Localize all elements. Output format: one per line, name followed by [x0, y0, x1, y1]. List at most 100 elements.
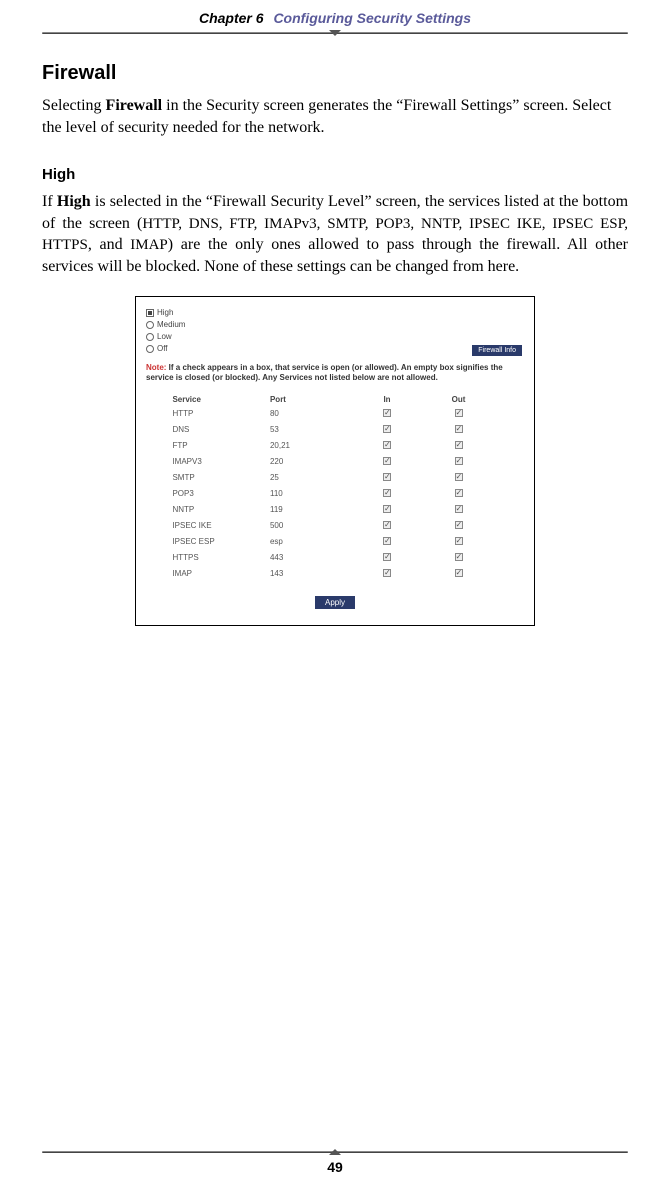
checkbox-icon	[383, 425, 391, 433]
firewall-screenshot: High Medium Low Off Firewall Info Note: …	[135, 296, 535, 626]
checkbox-icon	[383, 473, 391, 481]
cell-port: 20,21	[270, 441, 351, 451]
cell-port: 220	[270, 457, 351, 467]
checkbox-icon	[383, 505, 391, 513]
firewall-info-button[interactable]: Firewall Info	[472, 345, 522, 356]
table-row: IPSEC IKE500	[172, 518, 497, 534]
radio-high[interactable]: High	[146, 307, 524, 319]
cell-out	[423, 569, 495, 579]
section-heading-firewall: Firewall	[42, 62, 628, 85]
footer-rule	[42, 1151, 628, 1153]
checkbox-icon	[383, 537, 391, 545]
cell-service: IPSEC IKE	[172, 521, 270, 531]
security-level-radio-group: High Medium Low Off	[146, 307, 524, 355]
checkbox-icon	[455, 457, 463, 465]
checkbox-icon	[455, 537, 463, 545]
table-row: NNTP119	[172, 502, 497, 518]
cell-in	[351, 553, 423, 563]
cell-service: POP3	[172, 489, 270, 499]
table-row: FTP20,21	[172, 438, 497, 454]
checkbox-icon	[383, 441, 391, 449]
checkbox-icon	[383, 569, 391, 577]
cell-out	[423, 537, 495, 547]
cell-out	[423, 505, 495, 515]
checkbox-icon	[383, 489, 391, 497]
checkbox-icon	[383, 521, 391, 529]
cell-service: HTTP	[172, 409, 270, 419]
table-row: SMTP25	[172, 470, 497, 486]
table-header-row: Service Port In Out	[172, 393, 497, 406]
cell-in	[351, 425, 423, 435]
checkbox-icon	[455, 441, 463, 449]
radio-icon	[146, 333, 154, 341]
table-row: IPSEC ESPesp	[172, 534, 497, 550]
cell-port: 143	[270, 569, 351, 579]
table-row: IMAP143	[172, 566, 497, 582]
checkbox-icon	[383, 457, 391, 465]
col-out: Out	[423, 395, 495, 404]
table-row: DNS53	[172, 422, 497, 438]
cell-service: NNTP	[172, 505, 270, 515]
radio-off[interactable]: Off	[146, 343, 524, 355]
cell-port: 119	[270, 505, 351, 515]
high-description-paragraph: If High is selected in the “Firewall Sec…	[42, 191, 628, 277]
table-row: POP3110	[172, 486, 497, 502]
apply-button[interactable]: Apply	[315, 596, 355, 609]
table-row: HTTP80	[172, 406, 497, 422]
radio-icon	[146, 321, 154, 329]
cell-port: 500	[270, 521, 351, 531]
col-service: Service	[172, 395, 270, 404]
cell-out	[423, 441, 495, 451]
cell-service: HTTPS	[172, 553, 270, 563]
cell-out	[423, 473, 495, 483]
services-table: Service Port In Out HTTP80DNS53FTP20,21I…	[172, 393, 497, 582]
checkbox-icon	[455, 505, 463, 513]
cell-service: IPSEC ESP	[172, 537, 270, 547]
cell-out	[423, 553, 495, 563]
col-port: Port	[270, 395, 351, 404]
checkbox-icon	[455, 569, 463, 577]
note-text: Note: If a check appears in a box, that …	[146, 363, 524, 383]
subsection-heading-high: High	[42, 166, 628, 183]
firewall-intro-paragraph: Selecting Firewall in the Security scree…	[42, 95, 628, 138]
checkbox-icon	[455, 409, 463, 417]
cell-in	[351, 521, 423, 531]
cell-service: IMAP	[172, 569, 270, 579]
cell-port: esp	[270, 537, 351, 547]
cell-service: IMAPV3	[172, 457, 270, 467]
checkbox-icon	[455, 489, 463, 497]
radio-medium[interactable]: Medium	[146, 319, 524, 331]
cell-in	[351, 489, 423, 499]
cell-port: 25	[270, 473, 351, 483]
chapter-title: Configuring Security Settings	[273, 10, 471, 26]
checkbox-icon	[455, 521, 463, 529]
checkbox-icon	[455, 553, 463, 561]
cell-out	[423, 425, 495, 435]
cell-service: SMTP	[172, 473, 270, 483]
cell-in	[351, 505, 423, 515]
checkbox-icon	[455, 473, 463, 481]
table-row: IMAPV3220	[172, 454, 497, 470]
cell-in	[351, 569, 423, 579]
cell-out	[423, 409, 495, 419]
cell-in	[351, 441, 423, 451]
page-number: 49	[42, 1159, 628, 1175]
radio-low[interactable]: Low	[146, 331, 524, 343]
cell-service: DNS	[172, 425, 270, 435]
checkbox-icon	[455, 425, 463, 433]
cell-service: FTP	[172, 441, 270, 451]
cell-port: 53	[270, 425, 351, 435]
cell-in	[351, 537, 423, 547]
chapter-label: Chapter 6	[199, 10, 264, 26]
cell-in	[351, 457, 423, 467]
page-header: Chapter 6 Configuring Security Settings	[42, 0, 628, 32]
cell-port: 80	[270, 409, 351, 419]
table-row: HTTPS443	[172, 550, 497, 566]
cell-in	[351, 409, 423, 419]
cell-out	[423, 521, 495, 531]
checkbox-icon	[383, 553, 391, 561]
radio-icon	[146, 345, 154, 353]
cell-out	[423, 457, 495, 467]
col-in: In	[351, 395, 423, 404]
checkbox-icon	[383, 409, 391, 417]
